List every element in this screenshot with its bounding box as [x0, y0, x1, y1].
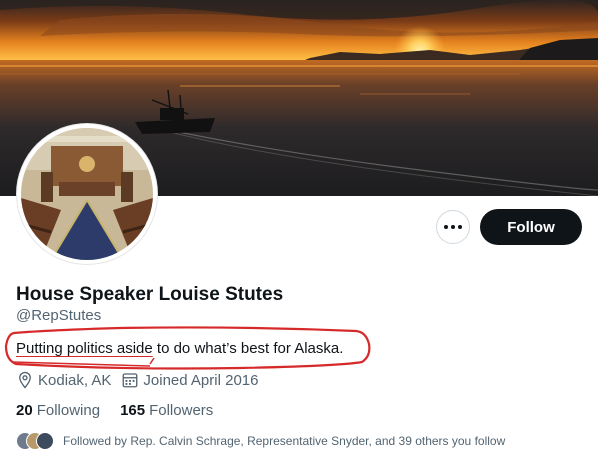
avatar [36, 432, 54, 450]
follower-avatars [16, 431, 54, 451]
followed-by-text: Followed by Rep. Calvin Schrage, Represe… [63, 434, 506, 448]
following-label: Following [36, 402, 101, 419]
location-pin-icon [19, 371, 31, 389]
user-handle: @RepStutes [16, 307, 102, 324]
bio-text: to do what’s best for Alaska. [152, 340, 344, 357]
followers-link[interactable]: 165 Followers [120, 402, 213, 419]
display-name: House Speaker Louise Stutes [16, 284, 284, 305]
location-text: Kodiak, AK [38, 371, 112, 389]
followers-count: 165 [120, 402, 146, 419]
joined-item: Joined April 2016 [121, 371, 258, 389]
followers-label: Followers [149, 402, 214, 419]
more-options-button[interactable] [436, 210, 470, 244]
ellipsis-icon [444, 225, 462, 229]
following-count: 20 [16, 402, 33, 419]
profile-meta: Kodiak, AK Joined April 2016 [16, 371, 268, 389]
profile-avatar[interactable] [17, 124, 157, 264]
profile-bio: Putting politics aside to do what’s best… [16, 340, 343, 357]
follow-counts: 20 Following 165 Followers [16, 402, 233, 419]
follow-button[interactable]: Follow [480, 209, 582, 245]
joined-text: Joined April 2016 [143, 371, 259, 389]
location-item: Kodiak, AK [16, 371, 111, 389]
chamber-photo [21, 128, 153, 260]
calendar-icon [122, 373, 138, 388]
following-link[interactable]: 20 Following [16, 402, 100, 419]
followed-by-row[interactable]: Followed by Rep. Calvin Schrage, Represe… [16, 431, 505, 451]
bio-underlined-text: Putting politics aside [16, 340, 153, 357]
